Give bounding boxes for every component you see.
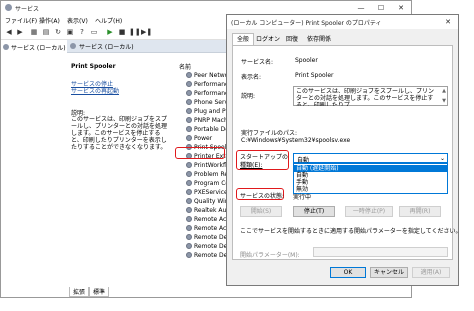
gear-icon	[186, 117, 192, 123]
apply-button[interactable]: 適用(A)	[412, 267, 450, 278]
start-service-icon[interactable]: ▶	[105, 27, 115, 37]
gear-icon	[186, 198, 192, 204]
menu-view[interactable]: 表示(V)	[67, 16, 88, 25]
gear-icon	[186, 72, 192, 78]
start-parameters-hint: ここでサービスを開始するときに適用する開始パラメーターを指定してください。	[240, 228, 462, 235]
service-name-value: Spooler	[295, 57, 318, 64]
minimize-icon[interactable]: —	[351, 1, 371, 15]
gear-icon	[186, 225, 192, 231]
startup-option-disabled[interactable]: 無効	[294, 186, 447, 193]
console-tree: サービス (ローカル)	[1, 40, 68, 287]
console-icon[interactable]: ▭	[89, 27, 99, 37]
path-label: 実行ファイルのパス:	[241, 130, 298, 137]
refresh-icon[interactable]: ↻	[53, 27, 63, 37]
gear-icon	[186, 243, 192, 249]
description-box[interactable]: このサービスは、印刷ジョブをスプールし、プリンターとの対話を処理します。このサー…	[293, 86, 448, 106]
export-icon[interactable]: ▤	[41, 27, 51, 37]
back-icon[interactable]: ◀	[4, 27, 14, 37]
print-spooler-highlight	[175, 147, 225, 159]
service-status-value: 実行中	[293, 194, 312, 201]
dialog-titlebar: (ローカル コンピューター) Print Spooler のプロパティ ✕	[227, 15, 458, 29]
pause-service-icon[interactable]: ❚❚	[129, 27, 141, 37]
gear-icon	[186, 90, 192, 96]
gear-icon	[186, 171, 192, 177]
stop-service-icon[interactable]: ■	[117, 27, 127, 37]
start-parameters-input[interactable]	[313, 247, 448, 257]
scroll-up-icon[interactable]: ▲	[442, 88, 446, 94]
view-tabs: 拡張 標準	[69, 287, 110, 297]
tab-recovery[interactable]: 回復	[282, 34, 302, 45]
service-status-label: サービスの状態:	[240, 193, 285, 200]
gear-icon	[70, 43, 76, 49]
gear-icon	[186, 135, 192, 141]
selected-service-title: Print Spooler	[71, 63, 116, 70]
tab-extended[interactable]: 拡張	[69, 287, 90, 297]
scroll-down-icon[interactable]: ▼	[442, 98, 446, 104]
path-value: C:¥Windows¥System32¥spoolsv.exe	[241, 137, 351, 144]
gear-icon	[186, 99, 192, 105]
startup-type-label-line2: 種類(E):	[240, 162, 263, 169]
gear-icon	[3, 44, 9, 50]
gear-icon	[186, 207, 192, 213]
service-name-label: サービス名:	[241, 59, 274, 66]
startup-type-dropdown: 自動 (遅延開始) 自動 手動 無効	[293, 163, 448, 194]
resume-button[interactable]: 再開(R)	[399, 206, 441, 217]
help-icon[interactable]: ?	[77, 27, 87, 37]
tab-standard[interactable]: 標準	[89, 287, 110, 297]
pane-header-title: サービス (ローカル)	[79, 44, 134, 51]
chevron-down-icon: ⌄	[439, 155, 445, 162]
menu-file[interactable]: ファイル(F)	[5, 16, 37, 25]
gear-icon	[186, 234, 192, 240]
startup-option-manual[interactable]: 手動	[294, 179, 447, 186]
service-name: PXEService	[194, 189, 228, 196]
menu-help[interactable]: ヘルプ(H)	[95, 16, 122, 25]
gear-icon	[186, 189, 192, 195]
gear-icon	[186, 216, 192, 222]
services-app-icon	[5, 4, 12, 11]
ok-button[interactable]: OK	[330, 267, 366, 278]
stop-button[interactable]: 停止(T)	[293, 206, 335, 217]
startup-type-select[interactable]: 自動 ⌄	[293, 153, 448, 164]
start-parameters-label: 開始パラメーター(M):	[240, 252, 300, 259]
startup-option-delayed[interactable]: 自動 (遅延開始)	[294, 165, 447, 172]
startup-option-auto[interactable]: 自動	[294, 172, 447, 179]
service-description: このサービスは、印刷ジョブをスプールし、プリンターとの対話を処理します。このサー…	[71, 116, 168, 151]
dialog-close-icon[interactable]: ✕	[438, 15, 458, 29]
service-row[interactable]: Power	[186, 135, 212, 144]
forward-icon[interactable]: ▶	[15, 27, 25, 37]
cancel-button[interactable]: キャンセル	[370, 267, 408, 278]
dialog-title: (ローカル コンピューター) Print Spooler のプロパティ	[231, 20, 382, 27]
restart-service-link[interactable]: サービスの再起動	[71, 86, 119, 95]
console-tree-icon[interactable]: ▦	[29, 27, 39, 37]
gear-icon	[186, 81, 192, 87]
close-icon[interactable]: ✕	[391, 1, 411, 15]
pause-button[interactable]: 一時停止(P)	[345, 206, 393, 217]
dialog-description-label: 説明:	[241, 93, 256, 100]
gear-icon	[186, 252, 192, 258]
tab-dependencies[interactable]: 依存関係	[304, 34, 334, 45]
services-titlebar: サービス — ☐ ✕	[1, 1, 411, 15]
service-name: Power	[194, 135, 213, 142]
general-tab-panel: サービス名: Spooler 表示名: Print Spooler 説明: この…	[232, 45, 461, 260]
gear-icon	[186, 126, 192, 132]
menu-action[interactable]: 操作(A)	[39, 16, 60, 25]
gear-icon	[186, 162, 192, 168]
properties-icon[interactable]: ▣	[65, 27, 75, 37]
services-window-title: サービス	[15, 6, 40, 13]
display-name-value: Print Spooler	[295, 72, 334, 79]
maximize-icon[interactable]: ☐	[371, 1, 391, 15]
tab-logon[interactable]: ログオン	[254, 34, 282, 45]
column-header-name[interactable]: 名前	[179, 62, 191, 71]
properties-dialog: (ローカル コンピューター) Print Spooler のプロパティ ✕ 全般…	[226, 14, 461, 286]
tree-item-label: サービス (ローカル)	[11, 45, 66, 52]
restart-service-icon[interactable]: ▶❚	[141, 27, 152, 37]
start-button[interactable]: 開始(S)	[240, 206, 282, 217]
description-text: このサービスは、印刷ジョブをスプールし、プリンターとの対話を処理します。このサー…	[296, 88, 435, 106]
gear-icon	[186, 180, 192, 186]
gear-icon	[186, 108, 192, 114]
display-name-label: 表示名:	[241, 74, 262, 81]
service-row[interactable]: PXEService	[186, 189, 228, 198]
